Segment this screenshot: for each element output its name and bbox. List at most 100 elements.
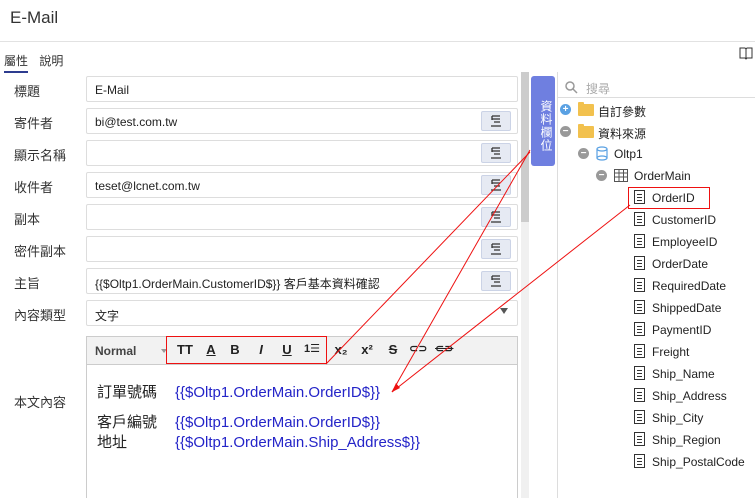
book-icon[interactable] (739, 46, 753, 60)
field-icon (634, 256, 645, 270)
title-input[interactable]: E-Mail (86, 76, 518, 102)
field-icon (634, 278, 645, 292)
property-form: 標題 E-Mail 寄件者 bi@test.com.tw 顯示名稱 收件者 te… (0, 72, 530, 498)
expand-icon[interactable]: + (560, 104, 571, 115)
editor-content[interactable]: 訂單號碼 {{$Oltp1.OrderMain.OrderID$}} 客戶編號 {{… (97, 383, 420, 453)
form-row-cc: 副本 (0, 204, 520, 230)
line-value: {{$Oltp1.OrderMain.OrderID$}} (175, 384, 381, 401)
data-fields-tab[interactable]: 資料欄位 (531, 76, 555, 166)
rich-text-editor: Normal TT A B I U 1☰ x₂ x² S ⊂⊃ ⊂⊃ 訂單號碼 {… (86, 336, 518, 498)
display-name-picker-button[interactable] (481, 143, 511, 163)
folder-icon (578, 102, 594, 116)
line-key: 訂單號碼 (97, 384, 158, 401)
content-type-select[interactable]: 文字 (86, 300, 518, 326)
sender-input[interactable]: bi@test.com.tw (86, 108, 518, 134)
editor-toolbar: Normal TT A B I U 1☰ x₂ x² S ⊂⊃ ⊂⊃ (87, 336, 517, 365)
form-row-recipient: 收件者 teset@lcnet.com.tw (0, 172, 520, 198)
form-scrollbar[interactable] (521, 72, 529, 498)
unlink-icon[interactable]: ⊂⊃ (435, 342, 453, 360)
tree-node-label: Ship_Name (652, 367, 715, 381)
bcc-picker-button[interactable] (481, 239, 511, 259)
link-icon[interactable]: ⊂⊃ (409, 342, 427, 360)
line-key: 客戶編號 (97, 414, 158, 431)
font-size-icon[interactable]: TT (175, 342, 195, 360)
format-select[interactable]: Normal (95, 344, 136, 358)
tree-node-label: Ship_Address (652, 389, 727, 403)
italic-icon[interactable]: I (253, 342, 269, 360)
tree-node-label: Ship_PostalCode (652, 455, 745, 469)
variable-picker-icon (491, 243, 501, 255)
form-row-subject: 主旨 {{$Oltp1.OrderMain.CustomerID$}} 客戶基本… (0, 268, 520, 294)
title-divider (0, 41, 755, 42)
form-row-display-name: 顯示名稱 (0, 140, 520, 166)
font-color-icon[interactable]: A (201, 342, 221, 360)
subject-input[interactable]: {{$Oltp1.OrderMain.CustomerID$}} 客戶基本資料確… (86, 268, 518, 294)
database-icon (596, 146, 608, 161)
collapse-icon[interactable]: − (560, 126, 571, 137)
search-icon (565, 81, 578, 94)
field-icon (634, 322, 645, 336)
superscript-icon[interactable]: x² (359, 342, 375, 360)
underline-icon[interactable]: U (279, 342, 295, 360)
tab-properties[interactable]: 屬性 (4, 52, 29, 73)
tree-node-label: 資料來源 (598, 127, 647, 141)
bold-icon[interactable]: B (227, 342, 243, 360)
editor-line: 客戶編號 {{$Oltp1.OrderMain.OrderID$}} (97, 413, 380, 433)
window-title: E-Mail (10, 8, 59, 27)
tree-node-label: Ship_City (652, 411, 704, 425)
tree-node-label: OrderDate (652, 257, 709, 271)
tree-node-label: Freight (652, 345, 690, 359)
tab-description[interactable]: 說明 (39, 52, 63, 71)
form-row-content-type: 內容類型 文字 (0, 300, 520, 326)
editor-line: 地址 {{$Oltp1.OrderMain.Ship_Address$}} (97, 433, 420, 453)
ordered-list-icon[interactable]: 1☰ (303, 342, 321, 360)
line-key: 地址 (97, 434, 128, 451)
recipient-picker-button[interactable] (481, 175, 511, 195)
bcc-label: 密件副本 (14, 244, 67, 259)
field-icon (634, 300, 645, 314)
line-value: {{$Oltp1.OrderMain.Ship_Address$}} (175, 434, 421, 451)
tree-node-label: OrderID (652, 191, 695, 205)
collapse-icon[interactable]: − (596, 170, 607, 181)
display-name-label: 顯示名稱 (14, 148, 67, 163)
field-icon (634, 410, 645, 424)
tree-node-label: OrderMain (634, 169, 691, 183)
editor-line: 訂單號碼 {{$Oltp1.OrderMain.OrderID$}} (97, 383, 380, 403)
table-icon (614, 169, 628, 182)
field-icon (634, 388, 645, 402)
subscript-icon[interactable]: x₂ (333, 342, 349, 360)
content-type-label: 內容類型 (14, 308, 67, 323)
strikethrough-icon[interactable]: S (385, 342, 401, 360)
data-field-tree: 搜尋 + 自訂參數 − 資料來源 − Oltp1 − OrderMain Ord… (557, 72, 755, 498)
recipient-input[interactable]: teset@lcnet.com.tw (86, 172, 518, 198)
body-content-label: 本文內容 (14, 395, 67, 410)
tree-node-label: ShippedDate (652, 301, 722, 315)
sender-picker-button[interactable] (481, 111, 511, 131)
subject-label: 主旨 (14, 276, 41, 291)
field-icon (634, 190, 645, 204)
form-row-sender: 寄件者 bi@test.com.tw (0, 108, 520, 134)
subject-picker-button[interactable] (481, 271, 511, 291)
folder-icon (578, 124, 594, 138)
tree-node-label: Ship_Region (652, 433, 721, 447)
tree-node-label: RequiredDate (652, 279, 727, 293)
collapse-icon[interactable]: − (578, 148, 589, 159)
tree-node-label: PaymentID (652, 323, 712, 337)
bcc-input[interactable] (86, 236, 518, 262)
form-row-title: 標題 E-Mail (0, 76, 520, 102)
chevron-down-icon[interactable] (500, 308, 508, 314)
search-input[interactable]: 搜尋 (586, 80, 610, 97)
scrollbar-thumb[interactable] (521, 72, 529, 222)
sender-label: 寄件者 (14, 116, 54, 131)
tree-node-label: EmployeeID (652, 235, 718, 249)
line-value: {{$Oltp1.OrderMain.OrderID$}} (175, 414, 381, 431)
form-row-bcc: 密件副本 (0, 236, 520, 262)
tree-search[interactable]: 搜尋 (558, 76, 755, 98)
variable-picker-icon (491, 179, 501, 191)
cc-picker-button[interactable] (481, 207, 511, 227)
cc-input[interactable] (86, 204, 518, 230)
display-name-input[interactable] (86, 140, 518, 166)
tree-node-label: Oltp1 (614, 147, 643, 161)
field-icon (634, 344, 645, 358)
cc-label: 副本 (14, 212, 41, 227)
